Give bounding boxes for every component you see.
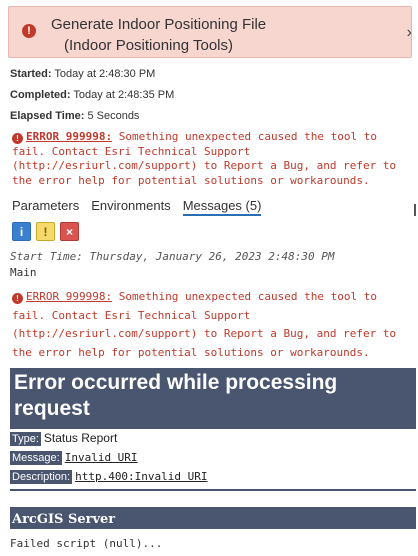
message-filters: i ! × — [12, 222, 84, 241]
tab-parameters[interactable]: Parameters — [12, 198, 79, 216]
error-icon: ! — [12, 293, 23, 304]
start-time-message: Start Time: Thursday, January 26, 2023 2… — [10, 250, 335, 263]
completed-row: Completed: Today at 2:48:35 PM — [10, 89, 174, 101]
started-value: Today at 2:48:30 PM — [54, 68, 156, 80]
message-value: Invalid URI — [64, 451, 138, 464]
response-heading: Error occurred while processing request — [10, 368, 416, 427]
type-row: Type: Status Report — [10, 431, 118, 446]
banner-title: Generate Indoor Positioning File — [51, 16, 267, 33]
error-icon: ! — [22, 24, 36, 38]
warning-icon: ! — [43, 224, 48, 239]
scrollbar[interactable] — [414, 204, 416, 216]
banner-subtitle: (Indoor Positioning Tools) — [64, 37, 233, 54]
error-filter-button[interactable]: × — [60, 222, 79, 241]
main-message: Main — [10, 266, 37, 279]
message-row: Message: Invalid URI — [10, 450, 138, 465]
description-label: Description: — [10, 470, 73, 484]
close-icon[interactable]: › — [407, 24, 412, 42]
type-label: Type: — [10, 432, 41, 446]
description-row: Description: http.400:Invalid URI — [10, 469, 208, 484]
started-row: Started: Today at 2:48:30 PM — [10, 68, 155, 80]
server-heading: ArcGIS Server — [10, 507, 416, 529]
started-label: Started: — [10, 68, 52, 80]
message-label: Message: — [10, 451, 62, 465]
failed-script-text: Failed script (null)... — [10, 537, 163, 550]
divider — [10, 489, 416, 491]
error-icon: × — [65, 224, 73, 239]
type-value: Status Report — [43, 431, 118, 445]
tab-bar: Parameters Environments Messages (5) — [12, 198, 273, 216]
error-banner: ! Generate Indoor Positioning File (Indo… — [8, 6, 412, 58]
description-value: http.400:Invalid URI — [75, 470, 208, 483]
elapsed-value: 5 Seconds — [87, 110, 140, 122]
tab-messages[interactable]: Messages (5) — [182, 198, 262, 216]
warning-filter-button[interactable]: ! — [36, 222, 55, 241]
error-code-link[interactable]: ERROR 999998: — [26, 290, 112, 303]
info-icon: i — [19, 224, 24, 239]
completed-label: Completed: — [10, 89, 71, 101]
elapsed-label: Elapsed Time: — [10, 110, 85, 122]
error-code-link[interactable]: ERROR 999998: — [26, 130, 112, 143]
completed-value: Today at 2:48:35 PM — [73, 89, 175, 101]
error-icon: ! — [12, 133, 23, 144]
tab-environments[interactable]: Environments — [91, 198, 170, 216]
info-filter-button[interactable]: i — [12, 222, 31, 241]
elapsed-row: Elapsed Time: 5 Seconds — [10, 110, 139, 122]
divider — [10, 427, 416, 429]
message-error: ! ERROR 999998: Something unexpected caus… — [12, 288, 412, 362]
summary-error: ! ERROR 999998: Something unexpected caus… — [12, 130, 412, 188]
